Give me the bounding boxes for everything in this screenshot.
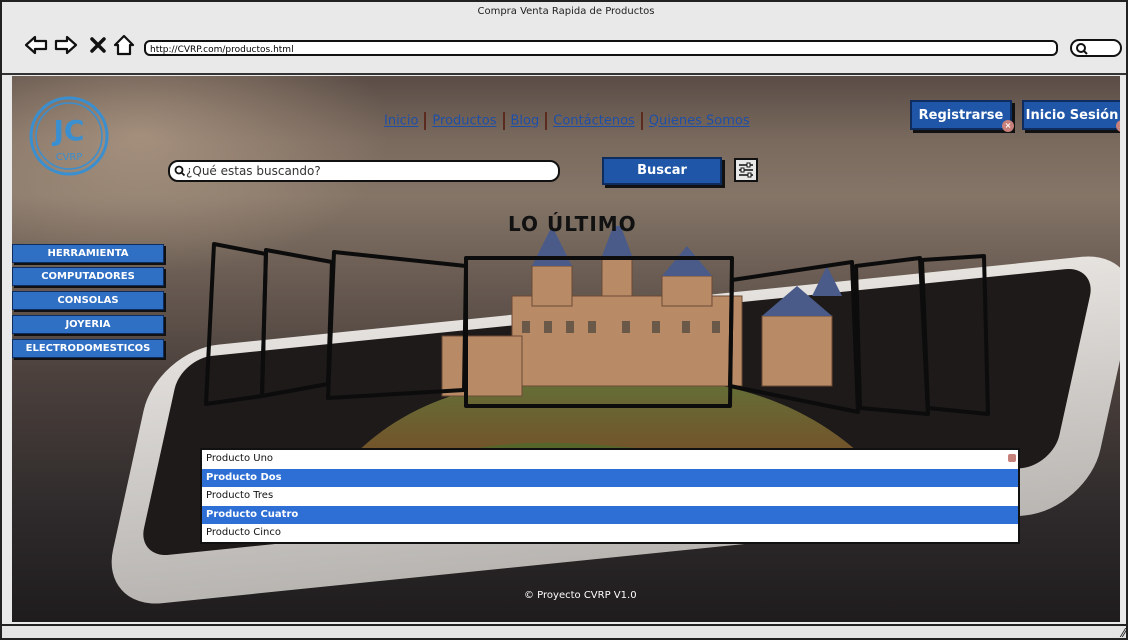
login-button[interactable]: Inicio Sesión × bbox=[1022, 100, 1120, 132]
toolbar-divider bbox=[2, 73, 1126, 75]
search-icon bbox=[1076, 43, 1088, 55]
login-label: Inicio Sesión bbox=[1025, 108, 1119, 123]
window-title: Compra Venta Rapida de Productos bbox=[477, 6, 655, 17]
category-computadores[interactable]: COMPUTADORES bbox=[12, 267, 164, 286]
filter-icon[interactable] bbox=[734, 158, 758, 182]
section-heading: LO ÚLTIMO bbox=[508, 212, 637, 236]
list-item[interactable]: Producto Uno bbox=[202, 450, 1018, 469]
home-icon[interactable] bbox=[112, 34, 136, 60]
nav-separator bbox=[424, 112, 427, 130]
nav-separator bbox=[502, 112, 505, 130]
forward-arrow-icon[interactable] bbox=[54, 34, 78, 60]
list-item[interactable]: Producto Dos bbox=[202, 468, 1018, 487]
list-item[interactable]: Producto Tres bbox=[202, 487, 1018, 506]
page-content: JC CVRP Inicio Productos Blog Contáctenos Qu… bbox=[12, 76, 1120, 622]
browser-search[interactable] bbox=[1070, 39, 1122, 57]
close-icon[interactable] bbox=[90, 34, 106, 60]
search-placeholder: ¿Qué estas buscando? bbox=[186, 164, 321, 178]
back-arrow-icon[interactable] bbox=[24, 34, 48, 60]
nav-link-contactenos[interactable]: Contáctenos bbox=[553, 114, 635, 129]
close-icon: × bbox=[1002, 120, 1014, 132]
scrollbar-handle[interactable] bbox=[1008, 454, 1016, 462]
category-joyeria[interactable]: JOYERIA bbox=[12, 315, 164, 334]
nav-link-productos[interactable]: Productos bbox=[432, 114, 496, 129]
search-button[interactable]: Buscar bbox=[602, 157, 722, 185]
footer-text: © Proyecto CVRP V1.0 bbox=[524, 590, 637, 601]
product-carousel[interactable] bbox=[200, 236, 1000, 426]
resize-grip-icon[interactable]: ⁄⁄ bbox=[1122, 626, 1126, 638]
logo-text: CVRP bbox=[56, 152, 83, 163]
register-label: Registrarse bbox=[918, 108, 1004, 123]
close-icon: × bbox=[1116, 120, 1120, 132]
search-input[interactable]: ¿Qué estas buscando? bbox=[168, 160, 560, 182]
nav-separator bbox=[545, 112, 548, 130]
status-bar: ⁄⁄ bbox=[2, 624, 1126, 638]
main-nav: Inicio Productos Blog Contáctenos Quienes So… bbox=[384, 112, 750, 130]
nav-link-inicio[interactable]: Inicio bbox=[384, 114, 418, 129]
url-bar[interactable]: http://CVRP.com/productos.html bbox=[144, 40, 1058, 56]
nav-link-blog[interactable]: Blog bbox=[511, 114, 540, 129]
cvrp-logo[interactable]: JC CVRP bbox=[26, 96, 112, 176]
browser-window: Compra Venta Rapida de Productos http://… bbox=[0, 0, 1128, 640]
category-electrodomesticos[interactable]: ELECTRODOMESTICOS bbox=[12, 339, 164, 358]
list-item[interactable]: Producto Cinco bbox=[202, 524, 1018, 543]
browser-toolbar: http://CVRP.com/productos.html bbox=[2, 30, 1126, 70]
search-icon bbox=[174, 165, 186, 177]
category-consolas[interactable]: CONSOLAS bbox=[12, 291, 164, 310]
nav-link-quienes-somos[interactable]: Quienes Somos bbox=[649, 114, 750, 129]
nav-separator bbox=[640, 112, 643, 130]
register-button[interactable]: Registrarse × bbox=[910, 100, 1014, 132]
list-item[interactable]: Producto Cuatro bbox=[202, 505, 1018, 524]
logo-monogram: JC bbox=[52, 114, 85, 147]
category-herramienta[interactable]: HERRAMIENTA bbox=[12, 244, 164, 263]
product-list[interactable]: Producto Uno Producto Dos Producto Tres … bbox=[200, 448, 1020, 544]
